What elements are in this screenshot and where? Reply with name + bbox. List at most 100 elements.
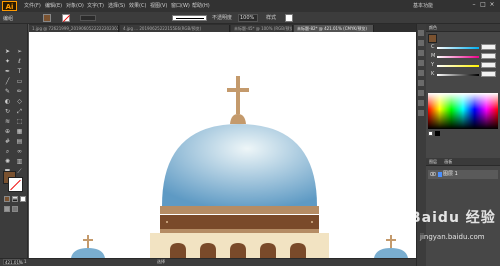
slider-track-y[interactable] bbox=[437, 65, 479, 67]
stroke-profile-dropdown[interactable] bbox=[172, 15, 207, 21]
rectangle-tool-icon[interactable]: ▭ bbox=[15, 78, 24, 86]
workspace-switcher[interactable]: 基本功能 bbox=[413, 2, 433, 9]
tab-artboards[interactable]: 画板 bbox=[444, 159, 452, 164]
symbols-panel-icon[interactable] bbox=[418, 60, 424, 66]
shape-builder-tool-icon[interactable]: ⊕ bbox=[3, 128, 12, 136]
slider-field-y[interactable] bbox=[481, 62, 496, 68]
app-logo: Ai bbox=[2, 1, 17, 11]
color-spectrum[interactable] bbox=[428, 93, 498, 129]
type-tool-icon[interactable]: T bbox=[15, 68, 24, 76]
perspective-grid-tool-icon[interactable]: ▦ bbox=[15, 128, 24, 136]
pencil-tool-icon[interactable]: ✏ bbox=[15, 88, 24, 96]
gradient-mode-button[interactable] bbox=[12, 196, 18, 202]
layer-name: 图层 1 bbox=[443, 171, 458, 177]
menu-file[interactable]: 文件(F) bbox=[24, 2, 41, 9]
draw-normal-button[interactable] bbox=[4, 206, 10, 212]
transparency-panel-icon[interactable] bbox=[418, 90, 424, 96]
menu-window[interactable]: 窗口(W) bbox=[171, 2, 190, 9]
stroke-color-swatch[interactable] bbox=[62, 14, 70, 22]
stroke-box[interactable] bbox=[8, 177, 23, 192]
tab-layers[interactable]: 图层 bbox=[429, 159, 437, 164]
fill-color-swatch[interactable] bbox=[43, 14, 51, 22]
doc-tab-2[interactable]: 4.jpg ... 20190625222155E6(RGB/预览) bbox=[120, 25, 230, 32]
layer-color-indicator bbox=[438, 172, 442, 177]
pen-tool-icon[interactable]: ✒ bbox=[3, 68, 12, 76]
doc-tab-3[interactable]: 未标题-45* @ 100% (RGB/预览) bbox=[231, 25, 293, 32]
watermark-url: jingyan.baidu.com bbox=[420, 233, 485, 241]
slider-label-y: Y bbox=[431, 62, 435, 68]
lasso-tool-icon[interactable]: ℓ bbox=[15, 58, 24, 66]
screen-mode-button[interactable] bbox=[12, 206, 18, 212]
small-cross-right-vertical bbox=[390, 235, 392, 248]
maximize-icon[interactable]: □ bbox=[479, 1, 487, 9]
small-cross-left-horizontal bbox=[83, 239, 93, 241]
direct-selection-tool-icon[interactable]: ➢ bbox=[15, 48, 24, 56]
blob-brush-tool-icon[interactable]: ◐ bbox=[3, 98, 12, 106]
swatches-panel-icon[interactable] bbox=[418, 40, 424, 46]
eye-icon[interactable] bbox=[429, 171, 437, 177]
menu-view[interactable]: 视图(V) bbox=[150, 2, 167, 9]
doc-tab-active[interactable]: 未标题-82* @ 421.01% (CMYK/预览) bbox=[294, 25, 374, 32]
width-tool-icon[interactable]: ≋ bbox=[3, 118, 12, 126]
close-icon[interactable]: × bbox=[488, 1, 496, 9]
menu-type[interactable]: 文字(T) bbox=[87, 2, 104, 9]
color-panel-tab[interactable]: 颜色 bbox=[426, 24, 500, 32]
blend-tool-icon[interactable]: ∞ bbox=[15, 148, 24, 156]
selection-type-label: 编组 bbox=[3, 16, 14, 22]
color-mode-button[interactable] bbox=[4, 196, 10, 202]
line-tool-icon[interactable]: ╱ bbox=[3, 78, 12, 86]
slider-label-c: C bbox=[431, 44, 435, 50]
zoom-level-field[interactable]: 421.01% bbox=[3, 259, 23, 265]
gradient-tool-icon[interactable]: ▤ bbox=[15, 138, 24, 146]
mesh-tool-icon[interactable]: # bbox=[3, 138, 12, 146]
tools-panel: ➤ ➢ ✦ ℓ ✒ T ╱ ▭ ✎ ✏ ◐ ◇ ↻ ⤢ ≋ ⬚ ⊕ ▦ # ▤ … bbox=[0, 24, 28, 266]
doc-tab-1[interactable]: 1.jpg @ 72621999_20190605222222023022.ai… bbox=[29, 25, 119, 32]
slider-track-k[interactable] bbox=[437, 74, 479, 76]
spectrum-swatches[interactable] bbox=[428, 131, 498, 136]
appearance-panel-icon[interactable] bbox=[418, 100, 424, 106]
stroke-panel-icon[interactable] bbox=[418, 70, 424, 76]
color-panel-fill[interactable] bbox=[428, 34, 437, 43]
stroke-weight-field[interactable] bbox=[80, 15, 96, 21]
slider-track-c[interactable] bbox=[437, 47, 479, 49]
gradient-panel-icon[interactable] bbox=[418, 80, 424, 86]
opacity-field[interactable]: 100% bbox=[238, 14, 258, 22]
paintbrush-tool-icon[interactable]: ✎ bbox=[3, 88, 12, 96]
arch-1 bbox=[170, 243, 186, 258]
status-bar bbox=[0, 258, 416, 266]
menu-select[interactable]: 选择(S) bbox=[108, 2, 125, 9]
selection-tool-icon[interactable]: ➤ bbox=[3, 48, 12, 56]
cross-horizontal bbox=[227, 88, 249, 92]
magic-wand-tool-icon[interactable]: ✦ bbox=[3, 58, 12, 66]
free-transform-tool-icon[interactable]: ⬚ bbox=[15, 118, 24, 126]
arch-2 bbox=[200, 243, 216, 258]
menu-object[interactable]: 对象(O) bbox=[66, 2, 84, 9]
slider-field-c[interactable] bbox=[481, 44, 496, 50]
eyedropper-tool-icon[interactable]: ⌕ bbox=[3, 148, 12, 156]
column-graph-tool-icon[interactable]: ▥ bbox=[15, 158, 24, 166]
color-panel-icon[interactable] bbox=[418, 30, 424, 36]
slider-label-k: K bbox=[431, 71, 435, 77]
slider-label-m: M bbox=[431, 53, 436, 59]
slider-track-m[interactable] bbox=[437, 56, 479, 58]
graphic-styles-panel-icon[interactable] bbox=[418, 110, 424, 116]
menu-effect[interactable]: 效果(C) bbox=[129, 2, 146, 9]
menu-edit[interactable]: 编辑(E) bbox=[45, 2, 62, 9]
slider-field-k[interactable] bbox=[481, 71, 496, 77]
minimize-icon[interactable]: – bbox=[470, 1, 478, 9]
eraser-tool-icon[interactable]: ◇ bbox=[15, 98, 24, 106]
slider-field-m[interactable] bbox=[481, 53, 496, 59]
symbol-sprayer-tool-icon[interactable]: ✺ bbox=[3, 158, 12, 166]
artboard-canvas[interactable] bbox=[29, 32, 416, 258]
scale-tool-icon[interactable]: ⤢ bbox=[15, 108, 24, 116]
page-number[interactable]: 1 bbox=[24, 259, 27, 264]
brushes-panel-icon[interactable] bbox=[418, 50, 424, 56]
menu-help[interactable]: 帮助(H) bbox=[192, 2, 210, 9]
dome-band-top bbox=[160, 206, 319, 214]
panels-area bbox=[426, 24, 500, 266]
graphic-style-swatch[interactable] bbox=[285, 14, 293, 22]
rotate-tool-icon[interactable]: ↻ bbox=[3, 108, 12, 116]
slice-tool-icon[interactable]: ⟋ bbox=[15, 168, 24, 176]
dome bbox=[162, 124, 317, 206]
none-mode-button[interactable] bbox=[20, 196, 26, 202]
